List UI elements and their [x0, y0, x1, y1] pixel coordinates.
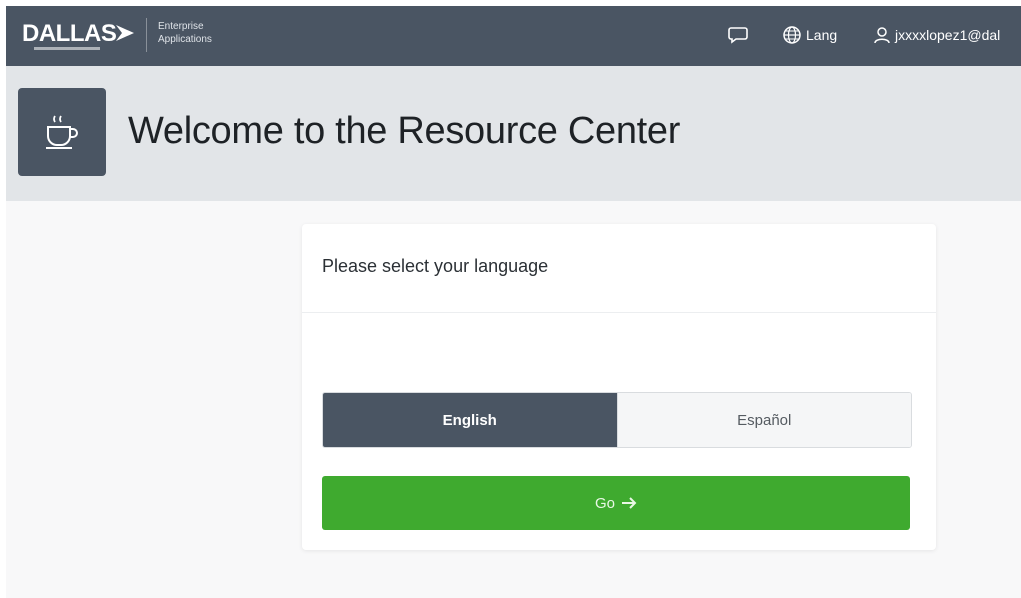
- language-option-espanol[interactable]: Español: [616, 393, 911, 447]
- user-name: jxxxxlopez1@dal: [895, 27, 1001, 43]
- language-prompt: Please select your language: [322, 256, 549, 276]
- logo-divider: [146, 18, 147, 52]
- page-title: Welcome to the Resource Center: [128, 110, 681, 152]
- app-tagline: Enterprise Applications: [158, 21, 212, 45]
- header-icon-tile: [18, 88, 106, 176]
- user-icon: [874, 27, 890, 44]
- language-option-english[interactable]: English: [323, 393, 617, 447]
- user-menu[interactable]: jxxxxlopez1@dal: [874, 24, 1000, 46]
- dallas-logo[interactable]: DALLAS: [22, 20, 117, 48]
- globe-icon: [783, 26, 801, 44]
- chat-icon: [728, 27, 748, 44]
- go-button-label: Go: [594, 494, 615, 512]
- language-toggle-group: English Español: [322, 392, 912, 448]
- language-menu-label: Lang: [806, 27, 838, 43]
- background-panel: [6, 201, 66, 598]
- chat-button[interactable]: [728, 26, 748, 44]
- coffee-cup-icon: [46, 115, 78, 149]
- arrow-right-icon: [622, 497, 637, 509]
- logo-subline: [34, 47, 100, 50]
- language-menu[interactable]: Lang: [782, 24, 837, 46]
- page-header: Welcome to the Resource Center: [6, 66, 1021, 201]
- go-button[interactable]: Go: [322, 476, 910, 530]
- logo-star-icon: [116, 25, 134, 41]
- app-frame: DALLAS Enterprise Applications Lang jxxx…: [6, 6, 1021, 598]
- top-navbar: DALLAS Enterprise Applications Lang jxxx…: [6, 6, 1021, 66]
- card-header: Please select your language: [302, 224, 936, 313]
- language-card: Please select your language English Espa…: [302, 224, 936, 550]
